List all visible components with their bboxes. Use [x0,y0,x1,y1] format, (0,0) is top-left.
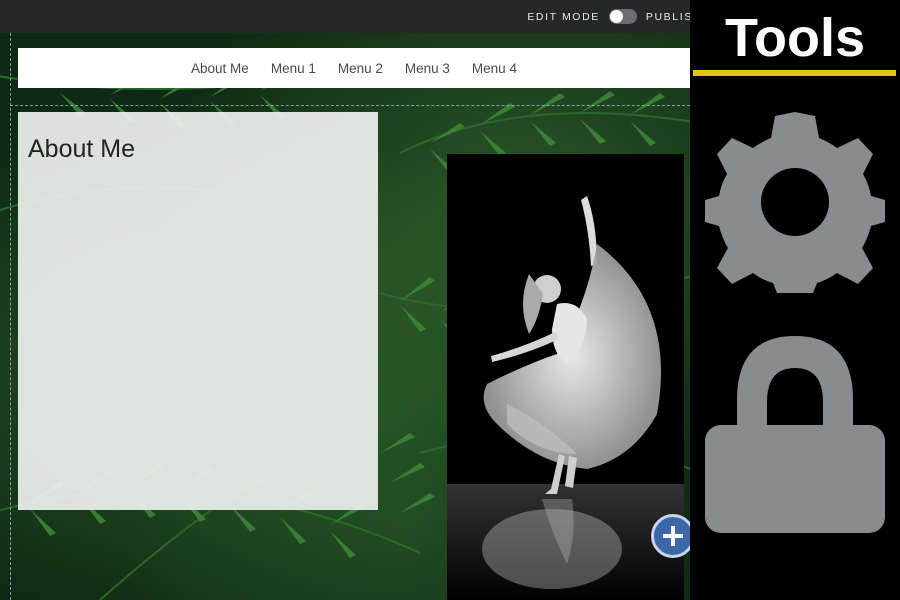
about-me-panel[interactable]: About Me [18,112,378,510]
site-nav: About Me Menu 1 Menu 2 Menu 3 Menu 4 [18,48,690,88]
add-element-button[interactable] [651,514,690,558]
layout-guide-horizontal [10,105,690,106]
nav-item-menu-1[interactable]: Menu 1 [260,61,327,76]
lock-tool[interactable] [705,330,885,535]
lock-icon [705,336,885,533]
publish-button[interactable]: PUBLISH [646,11,690,23]
nav-item-menu-4[interactable]: Menu 4 [461,61,528,76]
dancer-photo[interactable] [447,154,684,600]
edit-mode-label: EDIT MODE [527,10,600,23]
plus-icon [663,526,683,546]
tools-title-underline [693,70,896,76]
editor-topbar: EDIT MODE PUBLISH [0,0,690,33]
toggle-knob [609,10,623,23]
dancer-image [447,154,684,600]
tools-title: Tools [725,8,865,68]
layout-guide-vertical [10,33,11,600]
about-me-heading[interactable]: About Me [28,135,135,164]
nav-item-menu-2[interactable]: Menu 2 [327,61,394,76]
gear-icon [705,112,885,293]
page-canvas: About Me Menu 1 Menu 2 Menu 3 Menu 4 Abo… [0,33,690,600]
nav-item-menu-3[interactable]: Menu 3 [394,61,461,76]
nav-item-about-me[interactable]: About Me [180,61,260,76]
settings-tool[interactable] [705,110,885,295]
edit-mode-toggle[interactable] [608,9,637,24]
